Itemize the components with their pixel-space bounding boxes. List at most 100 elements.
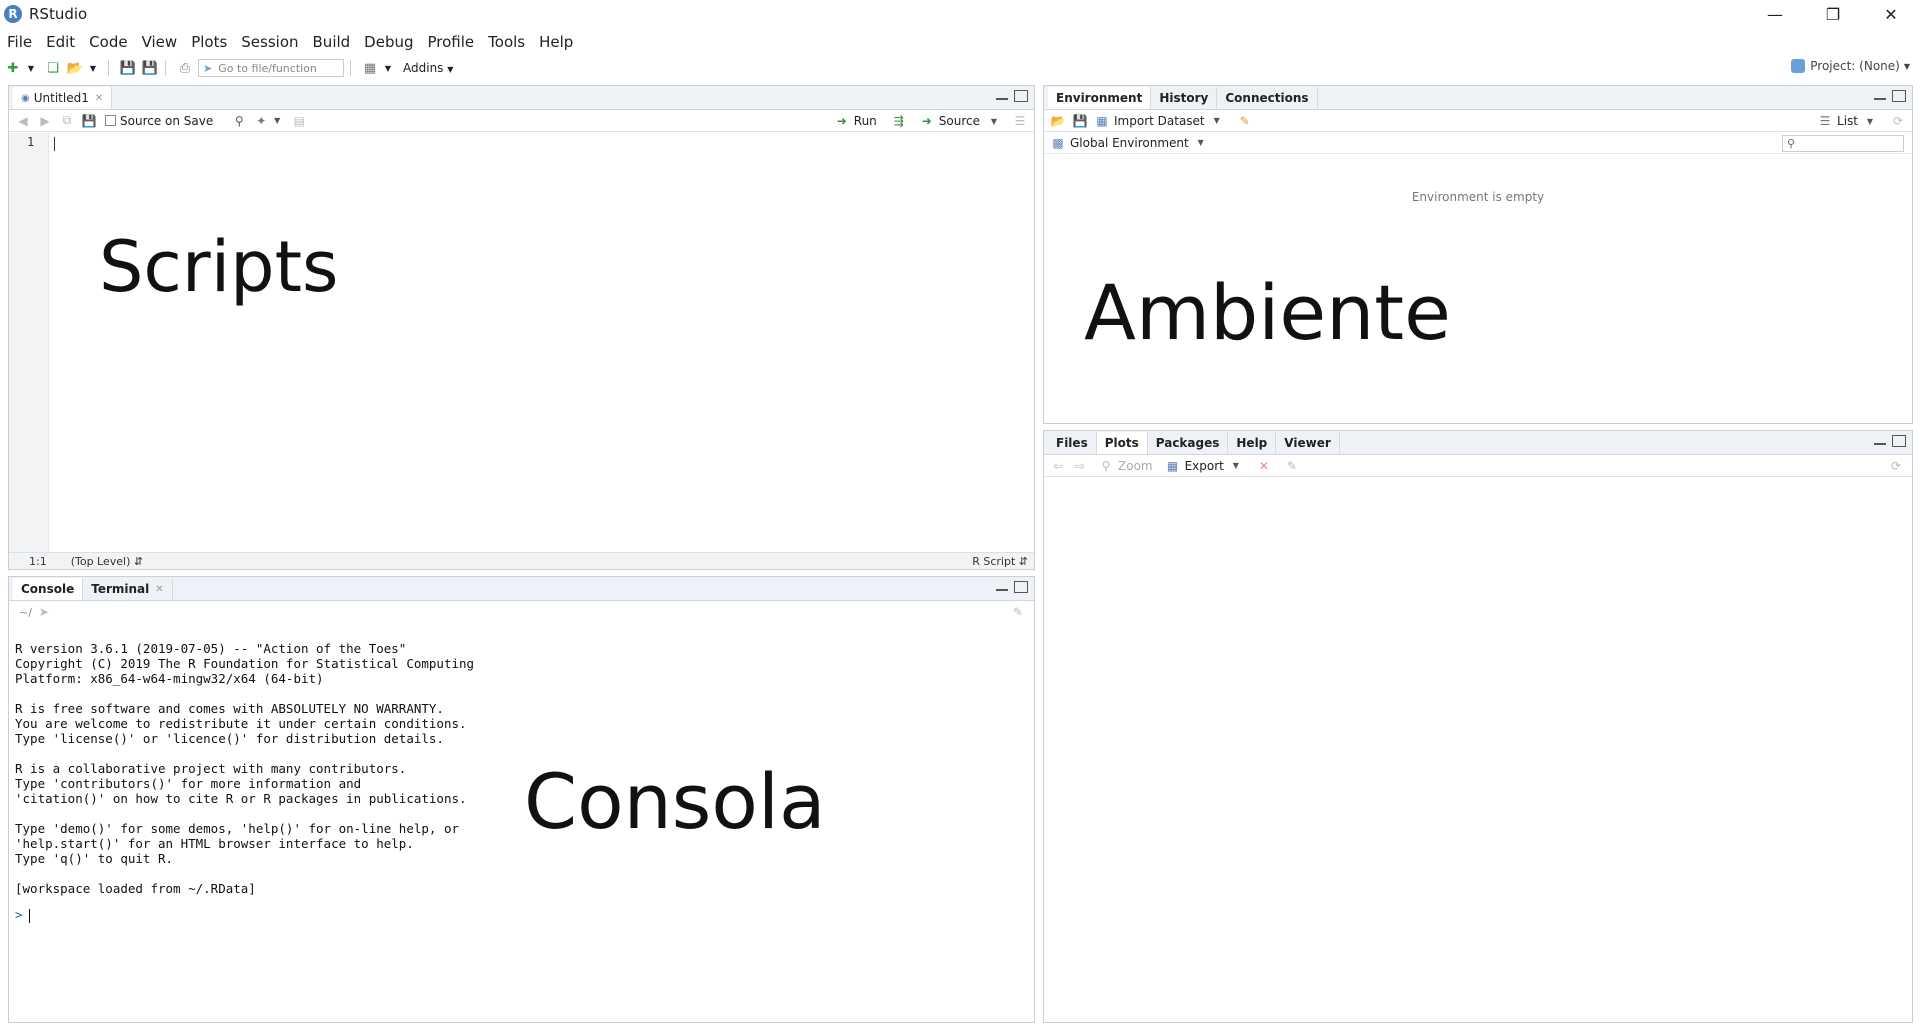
menu-build[interactable]: Build	[306, 33, 358, 51]
menu-view[interactable]: View	[135, 33, 185, 51]
layout-dropdown-icon[interactable]: ▼	[379, 59, 397, 77]
compile-report-icon[interactable]: ▤	[291, 113, 307, 129]
back-icon[interactable]: ◀	[15, 113, 31, 129]
close-button[interactable]: ✕	[1862, 0, 1920, 28]
minimize-pane-icon[interactable]	[996, 90, 1008, 100]
print-icon[interactable]: ⎙	[176, 59, 194, 77]
menu-edit[interactable]: Edit	[39, 33, 82, 51]
environment-pane: Environment History Connections 📂 💾 ▦ Im…	[1043, 85, 1913, 424]
global-environment-selector[interactable]: Global Environment	[1070, 136, 1189, 150]
tab-terminal[interactable]: Terminal ✕	[83, 578, 173, 600]
tab-packages[interactable]: Packages	[1148, 432, 1229, 454]
code-tools-wand-icon[interactable]: ✦	[253, 113, 269, 129]
zoom-icon[interactable]: ⚲	[1098, 458, 1114, 474]
console-prompt[interactable]: >	[15, 907, 30, 923]
source-icon[interactable]: ➜	[919, 113, 935, 129]
close-tab-icon[interactable]: ✕	[95, 93, 103, 104]
new-project-icon[interactable]: ❏	[44, 59, 62, 77]
project-menu[interactable]: Project: (None) ▼	[1791, 59, 1910, 73]
tab-help[interactable]: Help	[1228, 432, 1277, 454]
restore-button[interactable]: ❐	[1804, 0, 1862, 28]
minimize-button[interactable]: —	[1746, 0, 1804, 28]
source-button[interactable]: Source	[939, 114, 980, 128]
clear-workspace-broom-icon[interactable]: ✎	[1237, 113, 1253, 129]
search-icon[interactable]: ⚲	[231, 113, 247, 129]
show-in-window-icon[interactable]: ⧉	[59, 113, 75, 129]
document-outline-icon[interactable]: ☰	[1012, 113, 1028, 129]
tab-console[interactable]: Console	[13, 578, 84, 600]
scope-dropdown-icon[interactable]: ▼	[1193, 135, 1209, 151]
addins-label: Addins	[403, 61, 444, 75]
new-file-dropdown-icon[interactable]: ▼	[22, 59, 40, 77]
new-file-icon[interactable]: ✚	[4, 59, 22, 77]
environment-search-input[interactable]: ⚲	[1782, 135, 1904, 152]
export-icon[interactable]: ▦	[1165, 458, 1181, 474]
console-overlay-label: Consola	[524, 757, 826, 846]
tab-viewer[interactable]: Viewer	[1276, 432, 1340, 454]
tab-environment[interactable]: Environment	[1048, 87, 1152, 109]
source-dropdown-icon[interactable]: ▼	[986, 113, 1002, 129]
previous-plot-icon[interactable]: ⇦	[1050, 458, 1066, 474]
source-run-group: ➜ Run ⇶ ➜ Source ▼ ☰	[828, 110, 1028, 132]
filetype-selector[interactable]: R Script ⇵	[972, 555, 1028, 568]
minimize-pane-icon[interactable]	[1874, 90, 1886, 100]
import-dropdown-icon[interactable]: ▼	[1209, 113, 1225, 129]
menu-session[interactable]: Session	[234, 33, 305, 51]
pane-window-controls	[1874, 435, 1906, 447]
maximize-pane-icon[interactable]	[1014, 581, 1028, 593]
remove-plot-icon[interactable]: ✕	[1256, 458, 1272, 474]
clear-plots-broom-icon[interactable]: ✎	[1284, 458, 1300, 474]
menu-profile[interactable]: Profile	[421, 33, 482, 51]
addins-button[interactable]: Addins ▼	[403, 61, 453, 75]
menu-code[interactable]: Code	[82, 33, 134, 51]
tab-connections[interactable]: Connections	[1217, 87, 1318, 109]
open-file-dropdown-icon[interactable]: ▼	[84, 59, 102, 77]
forward-icon[interactable]: ▶	[37, 113, 53, 129]
cursor-position: 1:1	[29, 554, 47, 568]
zoom-button[interactable]: Zoom	[1118, 459, 1153, 473]
tab-history[interactable]: History	[1151, 87, 1218, 109]
list-dropdown-icon[interactable]: ▼	[1862, 113, 1878, 129]
minimize-pane-icon[interactable]	[1874, 435, 1886, 445]
rerun-icon[interactable]: ⇶	[891, 113, 907, 129]
export-button[interactable]: Export	[1185, 459, 1224, 473]
run-icon[interactable]: ➜	[834, 113, 850, 129]
save-icon[interactable]: 💾	[81, 113, 97, 129]
goto-file-input[interactable]: ➤ Go to file/function	[198, 59, 344, 77]
tab-plots[interactable]: Plots	[1096, 432, 1148, 454]
working-directory: ~/	[19, 605, 32, 619]
menu-file[interactable]: File	[0, 33, 39, 51]
save-icon[interactable]: 💾	[119, 59, 137, 77]
menu-help[interactable]: Help	[532, 33, 580, 51]
run-button[interactable]: Run	[854, 114, 877, 128]
menu-debug[interactable]: Debug	[357, 33, 420, 51]
export-dropdown-icon[interactable]: ▼	[1228, 458, 1244, 474]
maximize-pane-icon[interactable]	[1892, 435, 1906, 447]
minimize-pane-icon[interactable]	[996, 581, 1008, 591]
load-workspace-icon[interactable]: 📂	[1050, 113, 1066, 129]
import-dataset-icon[interactable]: ▦	[1094, 113, 1110, 129]
code-tools-dropdown-icon[interactable]: ▼	[269, 113, 285, 129]
view-mode-group: ☰ List ▼ ⟳	[1811, 110, 1906, 132]
open-file-icon[interactable]: 📂	[66, 59, 84, 77]
menu-plots[interactable]: Plots	[184, 33, 234, 51]
maximize-pane-icon[interactable]	[1892, 90, 1906, 102]
refresh-icon[interactable]: ⟳	[1888, 458, 1904, 474]
clear-console-icon[interactable]: ✎	[1010, 604, 1026, 620]
tab-files[interactable]: Files	[1048, 432, 1097, 454]
import-dataset-button[interactable]: Import Dataset	[1114, 114, 1205, 128]
save-all-icon[interactable]: 💾	[141, 59, 159, 77]
refresh-icon[interactable]: ⟳	[1890, 113, 1906, 129]
tab-untitled1[interactable]: ◉ Untitled1 ✕	[13, 87, 113, 109]
goto-directory-icon[interactable]: ➤	[36, 604, 52, 620]
save-workspace-icon[interactable]: 💾	[1072, 113, 1088, 129]
code-editor[interactable]	[50, 133, 1034, 552]
grid-layout-icon[interactable]: ▦	[361, 59, 379, 77]
list-view-button[interactable]: List	[1837, 114, 1858, 128]
close-tab-icon[interactable]: ✕	[155, 584, 163, 595]
menu-tools[interactable]: Tools	[481, 33, 532, 51]
source-on-save-checkbox[interactable]	[105, 115, 116, 126]
next-plot-icon[interactable]: ⇨	[1072, 458, 1088, 474]
maximize-pane-icon[interactable]	[1014, 90, 1028, 102]
scope-selector[interactable]: (Top Level) ⇵	[71, 555, 143, 568]
